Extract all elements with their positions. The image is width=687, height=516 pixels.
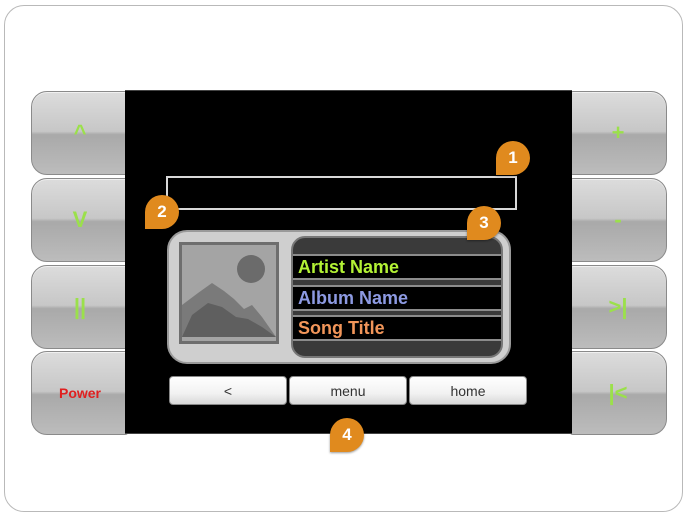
power-button-label: Power xyxy=(58,385,101,401)
callout-2-number: 2 xyxy=(157,202,167,221)
picture-placeholder-icon xyxy=(182,245,276,341)
pause-button-label: || xyxy=(73,294,87,319)
previous-track-button[interactable]: |< xyxy=(569,351,667,435)
up-button[interactable]: ^ xyxy=(31,91,129,175)
power-button[interactable]: Power xyxy=(31,351,129,435)
song-title: Song Title xyxy=(293,315,501,341)
menu-button[interactable]: menu xyxy=(289,376,407,405)
pause-button[interactable]: || xyxy=(31,265,129,349)
volume-up-button[interactable]: + xyxy=(569,91,667,175)
callout-3-number: 3 xyxy=(479,213,489,232)
back-button-label: < xyxy=(223,382,233,399)
home-button[interactable]: home xyxy=(409,376,527,405)
volume-down-button[interactable]: - xyxy=(569,178,667,262)
previous-track-label: |< xyxy=(608,380,628,405)
artist-name: Artist Name xyxy=(293,254,501,280)
title-area-divider xyxy=(166,208,517,210)
back-button[interactable]: < xyxy=(169,376,287,405)
album-art-image xyxy=(179,242,279,344)
callout-1: 1 xyxy=(496,141,530,175)
volume-down-label: - xyxy=(614,207,622,232)
callout-2: 2 xyxy=(145,195,179,229)
down-button[interactable]: V xyxy=(31,178,129,262)
callout-4-number: 4 xyxy=(342,425,352,444)
next-track-button[interactable]: >| xyxy=(569,265,667,349)
callout-3: 3 xyxy=(467,206,501,240)
title-area-outline xyxy=(166,176,517,210)
up-button-label: ^ xyxy=(73,120,87,145)
next-track-label: >| xyxy=(608,294,628,319)
track-info-box: Artist Name Album Name Song Title xyxy=(291,236,503,358)
menu-button-label: menu xyxy=(330,382,366,399)
now-playing-panel: Artist Name Album Name Song Title xyxy=(167,230,511,364)
album-name: Album Name xyxy=(293,285,501,311)
callout-1-number: 1 xyxy=(508,148,518,167)
callout-4: 4 xyxy=(330,418,364,452)
volume-up-label: + xyxy=(611,120,625,145)
down-button-label: V xyxy=(72,207,88,232)
home-button-label: home xyxy=(450,382,486,399)
